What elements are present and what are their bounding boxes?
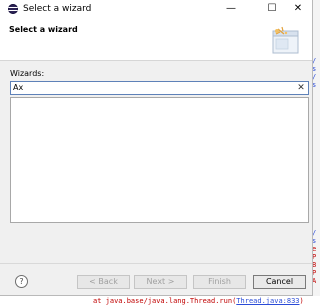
window-title: Select a wizard: [23, 4, 92, 14]
wizard-tree[interactable]: [10, 97, 309, 223]
footer-divider: [0, 263, 312, 264]
back-button[interactable]: < Back: [77, 275, 130, 289]
wizard-banner-icon: [272, 26, 299, 54]
title-bar[interactable]: Select a wizard — ☐ ✕: [0, 0, 312, 18]
background-fragment: /: [312, 230, 317, 237]
wizard-header: Select a wizard: [0, 18, 312, 61]
background-fragment: /: [312, 58, 317, 65]
wizard-filter-field[interactable]: ✕: [10, 81, 309, 95]
background-fragment: s: [312, 82, 317, 89]
background-fragment: /: [312, 74, 317, 81]
background-fragment: P: [312, 254, 317, 261]
background-fragment: s: [312, 66, 317, 73]
help-icon[interactable]: ?: [15, 275, 28, 288]
background-fragment: B: [312, 262, 317, 269]
cancel-button[interactable]: Cancel: [253, 275, 306, 289]
background-fragment: e: [312, 246, 317, 253]
minimize-button[interactable]: —: [215, 0, 247, 18]
wizard-filter-input[interactable]: [13, 82, 293, 94]
stacktrace-suffix: ): [299, 297, 304, 305]
background-fragment: s: [312, 238, 317, 245]
clear-filter-icon[interactable]: ✕: [296, 82, 306, 94]
background-fragment: A: [312, 278, 317, 285]
background-console-strip: at java.base/java.lang.Thread.run(Thread…: [0, 296, 320, 305]
background-editor-strip: / s / s / s e P B P A: [312, 0, 320, 305]
finish-button[interactable]: Finish: [193, 275, 246, 289]
page-title: Select a wizard: [9, 25, 78, 34]
wizards-label: Wizards:: [10, 69, 45, 78]
close-button[interactable]: ✕: [282, 0, 314, 18]
select-wizard-dialog: Select a wizard — ☐ ✕ Select a wizard Wi…: [0, 0, 313, 296]
stacktrace-link[interactable]: Thread.java:833: [236, 297, 299, 305]
eclipse-app-icon: [8, 4, 18, 14]
next-button[interactable]: Next >: [134, 275, 187, 289]
background-stacktrace-line: at java.base/java.lang.Thread.run(Thread…: [93, 297, 304, 305]
stacktrace-prefix: at java.base/java.lang.Thread.run(: [93, 297, 237, 305]
background-fragment: P: [312, 270, 317, 277]
